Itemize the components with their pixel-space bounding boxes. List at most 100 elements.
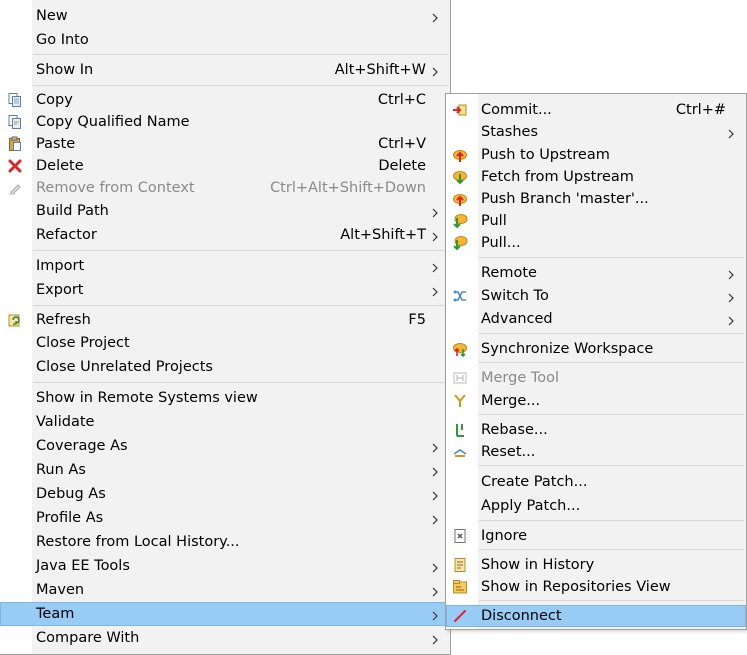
submenu-arrow-icon: [432, 561, 438, 573]
menu-item-paste[interactable]: Paste Ctrl+V: [0, 133, 450, 155]
history-icon: [452, 557, 468, 573]
team-menu-item-commit[interactable]: Commit... Ctrl+#: [446, 99, 746, 121]
menu-item-java-ee-tools[interactable]: Java EE Tools: [0, 554, 450, 578]
menu-item-label: Copy: [36, 92, 73, 108]
copy-qualified-name-icon: [7, 114, 23, 130]
delete-icon: [7, 158, 23, 174]
team-menu-item-apply-patch[interactable]: Apply Patch...: [446, 494, 746, 518]
disconnect-icon: [452, 608, 468, 624]
team-menu-item-pull[interactable]: Pull...: [446, 232, 746, 254]
submenu-arrow-icon: [432, 230, 438, 242]
menu-item-delete[interactable]: Delete Delete: [0, 155, 450, 177]
menu-item-shortcut: Ctrl+V: [378, 136, 426, 152]
menu-separator: [33, 305, 448, 306]
menu-item-restore-from-local-history[interactable]: Restore from Local History...: [0, 530, 450, 554]
fetch-upstream-icon: [452, 169, 468, 185]
menu-item-show-in[interactable]: Show In Alt+Shift+W: [0, 58, 450, 82]
rebase-icon: [452, 422, 468, 438]
pull-dialog-icon: [452, 235, 468, 251]
menu-item-label: Stashes: [481, 124, 538, 140]
menu-item-label: Import: [36, 258, 85, 274]
menu-item-shortcut: Ctrl+#: [675, 102, 726, 118]
menu-item-label: Reset...: [481, 444, 536, 460]
menu-item-maven[interactable]: Maven: [0, 578, 450, 602]
submenu-arrow-icon: [432, 65, 438, 77]
menu-item-build-path[interactable]: Build Path: [0, 199, 450, 223]
team-menu-item-synchronize-workspace[interactable]: Synchronize Workspace: [446, 338, 746, 360]
menu-separator: [33, 382, 448, 383]
menu-item-copy[interactable]: Copy Ctrl+C: [0, 89, 450, 111]
submenu-arrow-icon: [432, 489, 438, 501]
menu-item-label: Remove from Context: [36, 180, 195, 196]
refresh-icon: [7, 312, 23, 328]
menu-separator: [33, 54, 448, 55]
menu-item-compare-with[interactable]: Compare With: [0, 626, 450, 650]
menu-item-coverage-as[interactable]: Coverage As: [0, 434, 450, 458]
menu-item-label: Fetch from Upstream: [481, 169, 634, 185]
menu-item-go-into[interactable]: Go Into: [0, 28, 450, 52]
menu-item-label: Show in Remote Systems view: [36, 390, 258, 406]
menu-item-label: Pull: [481, 213, 507, 229]
merge-icon: [452, 393, 468, 409]
menu-item-show-in-remote-systems-view[interactable]: Show in Remote Systems view: [0, 386, 450, 410]
menu-item-copy-qualified-name[interactable]: Copy Qualified Name: [0, 111, 450, 133]
team-menu-item-fetch-from-upstream[interactable]: Fetch from Upstream: [446, 166, 746, 188]
menu-separator: [33, 250, 448, 251]
menu-item-team[interactable]: Team: [0, 602, 450, 626]
menu-item-validate[interactable]: Validate: [0, 410, 450, 434]
menu-item-close-project[interactable]: Close Project: [0, 331, 450, 355]
submenu-arrow-icon: [432, 513, 438, 525]
team-menu-item-advanced[interactable]: Advanced: [446, 308, 746, 330]
team-menu-item-create-patch[interactable]: Create Patch...: [446, 470, 746, 494]
menu-item-export[interactable]: Export: [0, 278, 450, 302]
menu-item-label: Merge...: [481, 393, 541, 409]
submenu-arrow-icon: [432, 206, 438, 218]
menu-separator: [479, 549, 744, 550]
team-menu-item-merge-tool[interactable]: Merge Tool: [446, 367, 746, 389]
menu-item-label: Push to Upstream: [481, 147, 610, 163]
menu-item-new[interactable]: New: [0, 4, 450, 28]
menu-item-label: Refactor: [36, 227, 97, 243]
menu-item-label: Team: [36, 606, 75, 622]
menu-separator: [479, 414, 744, 415]
submenu-arrow-icon: [432, 633, 438, 645]
menu-item-refactor[interactable]: Refactor Alt+Shift+T: [0, 223, 450, 247]
menu-item-profile-as[interactable]: Profile As: [0, 506, 450, 530]
menu-item-close-unrelated-projects[interactable]: Close Unrelated Projects: [0, 355, 450, 379]
team-menu-item-push-to-upstream[interactable]: Push to Upstream: [446, 144, 746, 166]
menu-separator: [479, 362, 744, 363]
team-menu-item-stashes[interactable]: Stashes: [446, 121, 746, 143]
team-menu-item-pull[interactable]: Pull: [446, 210, 746, 232]
menu-item-label: Create Patch...: [481, 474, 588, 490]
menu-item-label: Apply Patch...: [481, 498, 581, 514]
team-menu-item-disconnect[interactable]: Disconnect: [446, 605, 746, 627]
menu-item-label: Show in Repositories View: [481, 579, 671, 595]
menu-separator: [479, 600, 744, 601]
team-menu-item-show-in-repositories-view[interactable]: Show in Repositories View: [446, 576, 746, 598]
submenu-arrow-icon: [432, 261, 438, 273]
menu-item-run-as[interactable]: Run As: [0, 458, 450, 482]
menu-item-debug-as[interactable]: Debug As: [0, 482, 450, 506]
team-menu-item-ignore[interactable]: Ignore: [446, 525, 746, 547]
menu-item-label: Show in History: [481, 557, 595, 573]
menu-item-remove-from-context[interactable]: Remove from Context Ctrl+Alt+Shift+Down: [0, 177, 450, 199]
team-menu-item-remote[interactable]: Remote: [446, 262, 746, 284]
menu-item-label: Compare With: [36, 630, 140, 646]
menu-item-import[interactable]: Import: [0, 254, 450, 278]
menu-item-label: Remote: [481, 265, 537, 281]
reset-icon: [452, 444, 468, 460]
team-menu-item-show-in-history[interactable]: Show in History: [446, 554, 746, 576]
team-menu-item-rebase[interactable]: Rebase...: [446, 419, 746, 441]
submenu-arrow-icon: [728, 127, 734, 139]
menu-item-refresh[interactable]: Refresh F5: [0, 309, 450, 331]
team-menu-item-reset[interactable]: Reset...: [446, 441, 746, 463]
menu-item-label: Paste: [36, 136, 76, 152]
menu-separator: [479, 465, 744, 466]
team-menu-item-switch-to[interactable]: Switch To: [446, 285, 746, 307]
merge-tool-icon: [452, 370, 468, 386]
menu-separator: [479, 257, 744, 258]
team-menu-item-merge[interactable]: Merge...: [446, 390, 746, 412]
team-menu-item-push-branch-master[interactable]: Push Branch 'master'...: [446, 188, 746, 210]
menu-item-label: Go Into: [36, 32, 89, 48]
menu-item-shortcut: Delete: [378, 158, 426, 174]
